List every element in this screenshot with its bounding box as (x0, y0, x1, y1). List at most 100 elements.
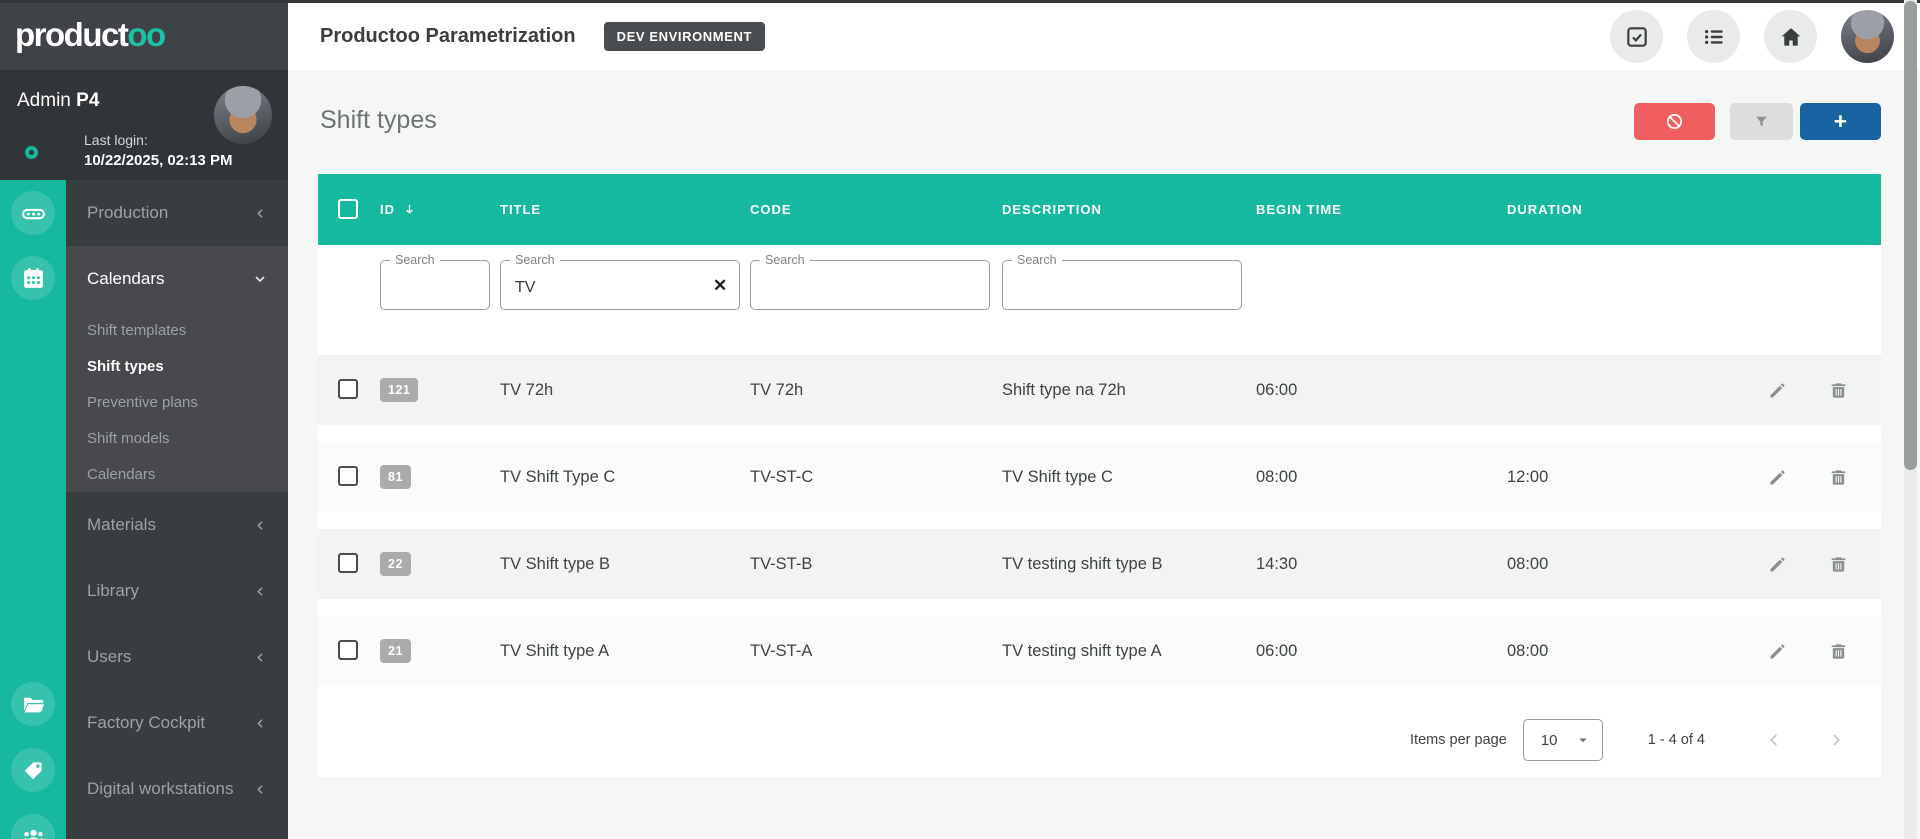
scrollbar-track[interactable] (1904, 0, 1917, 839)
home-button[interactable] (1764, 10, 1817, 63)
cell-begin-time: 08:00 (1256, 468, 1507, 487)
plus-icon: + (1834, 110, 1847, 133)
productoo-logo[interactable]: productoo (15, 16, 165, 54)
deactivate-button[interactable] (1634, 103, 1715, 140)
sidebar-item-factory-cockpit[interactable]: Factory Cockpit (66, 690, 288, 756)
column-header-description[interactable]: DESCRIPTION (1002, 202, 1256, 217)
sidebar-subitem-calendars[interactable]: Calendars (66, 456, 288, 492)
header-avatar[interactable] (1841, 10, 1894, 63)
icon-rail (0, 180, 66, 839)
chevron-left-icon (253, 782, 268, 797)
sidebar-item-library[interactable]: Library (66, 558, 288, 624)
sidebar-subitem-shift-models[interactable]: Shift models (66, 420, 288, 456)
table-row: 21 TV Shift type A TV-ST-A TV testing sh… (318, 616, 1881, 686)
cell-description: TV Shift type C (1002, 468, 1256, 487)
pencil-icon (1767, 554, 1788, 575)
folder-icon[interactable] (11, 682, 55, 726)
page-range-text: 1 - 4 of 4 (1648, 732, 1705, 748)
block-icon (1664, 111, 1685, 132)
search-input-title[interactable] (501, 261, 739, 309)
subitem-label: Calendars (87, 466, 155, 483)
user-avatar[interactable] (214, 86, 272, 144)
home-icon (1778, 24, 1804, 50)
trash-icon (1828, 641, 1849, 662)
filter-button[interactable] (1730, 103, 1793, 140)
sidebar-menu: Production Calendars Shift templates Shi… (66, 180, 288, 839)
bulleted-list-icon (1701, 24, 1727, 50)
column-header-id[interactable]: ID (380, 202, 500, 217)
column-header-duration[interactable]: DURATION (1507, 202, 1758, 217)
row-checkbox[interactable] (338, 466, 358, 486)
sidebar-item-production[interactable]: Production (66, 180, 288, 246)
edit-button[interactable] (1767, 641, 1788, 662)
column-label: DURATION (1507, 202, 1583, 217)
delete-button[interactable] (1828, 554, 1849, 575)
delete-button[interactable] (1828, 467, 1849, 488)
logo-block: productoo (0, 0, 288, 70)
cell-title: TV Shift Type C (500, 468, 750, 487)
cell-description: TV testing shift type A (1002, 642, 1256, 661)
column-header-title[interactable]: TITLE (500, 202, 750, 217)
previous-page-button[interactable] (1757, 723, 1791, 757)
clear-search-icon[interactable]: ✕ (707, 273, 733, 299)
row-checkbox[interactable] (338, 553, 358, 573)
edit-button[interactable] (1767, 380, 1788, 401)
add-button[interactable]: + (1800, 103, 1881, 140)
calendars-section: Calendars Shift templates Shift types Pr… (66, 246, 288, 492)
search-label: Search (510, 253, 560, 267)
search-field-id: Search (380, 260, 490, 310)
environment-badge: DEV ENVIRONMENT (604, 22, 765, 51)
sidebar-item-users[interactable]: Users (66, 624, 288, 690)
search-input-code[interactable] (751, 261, 989, 309)
sidebar-subitem-preventive-plans[interactable]: Preventive plans (66, 384, 288, 420)
filter-funnel-icon (1751, 111, 1772, 132)
table-body: 121 TV 72h TV 72h Shift type na 72h 06:0… (318, 325, 1881, 686)
edit-button[interactable] (1767, 467, 1788, 488)
row-checkbox[interactable] (338, 640, 358, 660)
last-login-value: 10/22/2025, 02:13 PM (84, 152, 232, 169)
delete-button[interactable] (1828, 380, 1849, 401)
cell-duration: 12:00 (1507, 468, 1758, 487)
chevron-left-icon (1763, 729, 1785, 751)
app-title: Productoo Parametrization (320, 25, 576, 48)
sidebar-item-label: Calendars (87, 269, 165, 289)
next-page-button[interactable] (1819, 723, 1853, 757)
sidebar-subitem-shift-types[interactable]: Shift types (66, 348, 288, 384)
shift-types-table: ID TITLE CODE DESCRIPTION BEGIN TIME DUR… (318, 174, 1881, 777)
sidebar-item-materials[interactable]: Materials (66, 492, 288, 558)
search-input-id[interactable] (381, 261, 489, 309)
delete-button[interactable] (1828, 641, 1849, 662)
search-label: Search (760, 253, 810, 267)
scrollbar-thumb[interactable] (1904, 1, 1917, 470)
sidebar-item-label: Library (87, 581, 139, 601)
search-field-code: Search (750, 260, 990, 310)
column-header-code[interactable]: CODE (750, 202, 1002, 217)
search-label: Search (390, 253, 440, 267)
sidebar-item-label: Factory Cockpit (87, 713, 205, 733)
subitem-label: Shift models (87, 430, 170, 447)
sidebar-subitem-shift-templates[interactable]: Shift templates (66, 312, 288, 348)
cell-code: TV-ST-B (750, 555, 1002, 574)
tasks-checkbox-button[interactable] (1610, 10, 1663, 63)
conveyor-icon[interactable] (11, 191, 55, 235)
page-title: Shift types (320, 106, 437, 135)
trash-icon (1828, 554, 1849, 575)
select-all-checkbox[interactable] (338, 199, 358, 219)
edit-button[interactable] (1767, 554, 1788, 575)
row-checkbox[interactable] (338, 379, 358, 399)
list-menu-button[interactable] (1687, 10, 1740, 63)
users-icon[interactable] (11, 814, 55, 839)
tag-icon[interactable] (11, 748, 55, 792)
calendar-icon[interactable] (11, 256, 55, 300)
cell-begin-time: 06:00 (1256, 642, 1507, 661)
page-size-select[interactable]: 10 (1523, 719, 1603, 761)
sort-desc-arrow-icon (402, 202, 417, 217)
id-badge: 22 (380, 552, 411, 576)
search-field-description: Search (1002, 260, 1242, 310)
chevron-left-icon (253, 650, 268, 665)
search-input-description[interactable] (1003, 261, 1241, 309)
table-paginator: Items per page 10 1 - 4 of 4 (318, 703, 1881, 777)
sidebar-item-calendars[interactable]: Calendars (66, 246, 288, 312)
column-header-begin-time[interactable]: BEGIN TIME (1256, 202, 1507, 217)
sidebar-item-digital-workstations[interactable]: Digital workstations (66, 756, 288, 822)
